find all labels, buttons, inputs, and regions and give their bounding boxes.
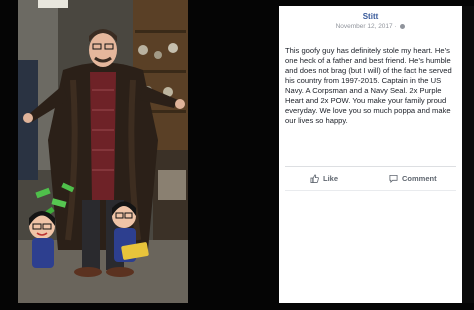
comment-label: Comment	[402, 173, 437, 183]
photo-viewer: Stitt November 12, 2017 · This goofy guy…	[0, 0, 474, 310]
divider	[285, 166, 456, 167]
speech-bubble-icon	[389, 174, 398, 183]
post-text: This goofy guy has definitely stole my h…	[285, 46, 452, 125]
divider	[285, 190, 456, 191]
post-meta: November 12, 2017 ·	[279, 23, 462, 30]
scroll-edge	[462, 6, 474, 303]
like-label: Like	[323, 173, 339, 183]
globe-icon	[400, 23, 406, 29]
comment-button[interactable]: Comment	[389, 170, 437, 186]
post-date[interactable]: November 12, 2017 ·	[336, 23, 397, 30]
like-button[interactable]: Like	[310, 170, 338, 186]
thumbs-up-icon	[310, 173, 319, 183]
photo-scene	[18, 0, 188, 303]
post-author[interactable]: Stitt	[279, 12, 462, 21]
post-photo[interactable]	[18, 0, 188, 303]
post-panel: Stitt November 12, 2017 · This goofy guy…	[279, 6, 462, 303]
